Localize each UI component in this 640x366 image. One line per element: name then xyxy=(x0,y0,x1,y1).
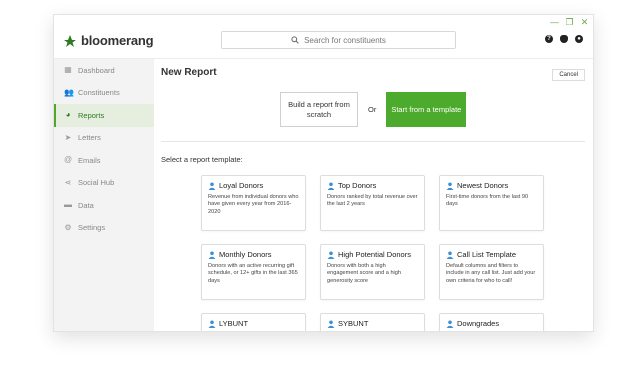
template-description: Default columns and filters to include i… xyxy=(446,263,536,284)
gear-icon: ⚙ xyxy=(64,222,72,232)
page-title: New Report xyxy=(161,67,217,78)
pie-chart-icon: ◕ xyxy=(65,110,71,120)
start-from-template-button[interactable]: Start from a template xyxy=(386,92,467,127)
template-grid: Loyal Donors Revenue from individual don… xyxy=(201,175,544,331)
people-icon: 👥 xyxy=(64,87,74,97)
main-content: New Report Cancel Build a report from sc… xyxy=(154,59,593,331)
person-icon xyxy=(327,320,335,328)
at-icon: @ xyxy=(64,155,73,165)
restore-icon[interactable]: ❐ xyxy=(565,17,574,27)
template-title: Loyal Donors xyxy=(219,181,264,190)
sidebar-item-emails[interactable]: @ Emails xyxy=(54,149,154,172)
divider xyxy=(161,141,585,142)
sidebar-item-label: Dashboard xyxy=(78,65,115,75)
search-placeholder: Search for constituents xyxy=(304,35,386,45)
search-input[interactable]: Search for constituents xyxy=(221,31,456,49)
app-logo[interactable]: bloomerang xyxy=(63,33,154,48)
person-icon xyxy=(208,182,216,190)
bell-icon[interactable] xyxy=(560,35,568,43)
send-icon: ➤ xyxy=(64,132,72,142)
sidebar-item-label: Social Hub xyxy=(78,178,115,188)
template-card[interactable]: SYBUNT xyxy=(320,313,425,331)
person-icon xyxy=(446,320,454,328)
share-icon: ⋖ xyxy=(64,177,72,187)
build-from-scratch-button[interactable]: Build a report from scratch xyxy=(280,92,358,127)
sidebar-item-social-hub[interactable]: ⋖ Social Hub xyxy=(54,172,154,195)
sidebar-item-data[interactable]: ▬ Data xyxy=(54,194,154,217)
sidebar-item-letters[interactable]: ➤ Letters xyxy=(54,127,154,150)
folder-icon: ▬ xyxy=(64,200,72,210)
person-icon xyxy=(208,320,216,328)
sidebar: ▦ Dashboard 👥 Constituents ◕ Reports ➤ L… xyxy=(54,59,154,331)
template-description: Revenue from individual donors who have … xyxy=(208,194,299,215)
sidebar-item-reports[interactable]: ◕ Reports xyxy=(54,104,154,127)
template-card[interactable]: LYBUNT xyxy=(201,313,306,331)
dashboard-icon: ▦ xyxy=(64,65,72,75)
person-icon xyxy=(327,251,335,259)
template-card[interactable]: Loyal Donors Revenue from individual don… xyxy=(201,175,306,231)
template-title: LYBUNT xyxy=(219,319,249,328)
person-icon xyxy=(446,251,454,259)
sidebar-item-label: Reports xyxy=(78,110,105,120)
user-icon[interactable]: ● xyxy=(575,35,583,43)
template-description: First-time donors from the last 90 days xyxy=(446,194,529,208)
template-card[interactable]: Monthly Donors Donors with an active rec… xyxy=(201,244,306,300)
app-name: bloomerang xyxy=(81,33,154,48)
template-card[interactable]: Downgrades xyxy=(439,313,544,331)
template-card[interactable]: High Potential Donors Donors with both a… xyxy=(320,244,425,300)
template-title: SYBUNT xyxy=(338,319,369,328)
close-icon[interactable]: ✕ xyxy=(580,17,589,27)
sidebar-item-constituents[interactable]: 👥 Constituents xyxy=(54,82,154,105)
app-window: — ❐ ✕ bloomerang Search for constituents… xyxy=(53,14,594,332)
search-icon xyxy=(291,36,299,44)
or-label: Or xyxy=(368,105,377,114)
template-card[interactable]: Newest Donors First-time donors from the… xyxy=(439,175,544,231)
section-label: Select a report template: xyxy=(161,155,243,164)
template-title: Newest Donors xyxy=(457,181,509,190)
sidebar-item-label: Data xyxy=(78,200,94,210)
report-start-options: Build a report from scratch Or Start fro… xyxy=(280,92,467,127)
person-icon xyxy=(208,251,216,259)
template-title: Call List Template xyxy=(457,250,517,259)
top-icons: ? ● xyxy=(545,35,583,43)
sidebar-item-label: Emails xyxy=(78,155,101,165)
template-card[interactable]: Top Donors Donors ranked by total revenu… xyxy=(320,175,425,231)
sidebar-item-label: Settings xyxy=(78,223,106,233)
template-title: Top Donors xyxy=(338,181,377,190)
person-icon xyxy=(327,182,335,190)
window-controls: — ❐ ✕ xyxy=(550,17,589,27)
template-title: High Potential Donors xyxy=(338,250,411,259)
top-bar: bloomerang Search for constituents ? ● xyxy=(54,27,593,59)
template-description: Donors ranked by total revenue over the … xyxy=(327,194,418,208)
sidebar-item-label: Letters xyxy=(78,133,101,143)
template-title: Downgrades xyxy=(457,319,500,328)
sidebar-item-settings[interactable]: ⚙ Settings xyxy=(54,217,154,240)
minimize-icon[interactable]: — xyxy=(550,17,559,27)
cancel-button[interactable]: Cancel xyxy=(552,69,585,81)
template-card[interactable]: Call List Template Default columns and f… xyxy=(439,244,544,300)
template-title: Monthly Donors xyxy=(219,250,272,259)
person-icon xyxy=(446,182,454,190)
template-description: Donors with an active recurring gift sch… xyxy=(208,263,298,284)
template-description: Donors with both a high engagement score… xyxy=(327,263,402,284)
sidebar-item-label: Constituents xyxy=(78,88,120,98)
bloomerang-logo-icon xyxy=(64,34,76,47)
help-icon[interactable]: ? xyxy=(545,35,553,43)
sidebar-item-dashboard[interactable]: ▦ Dashboard xyxy=(54,59,154,82)
